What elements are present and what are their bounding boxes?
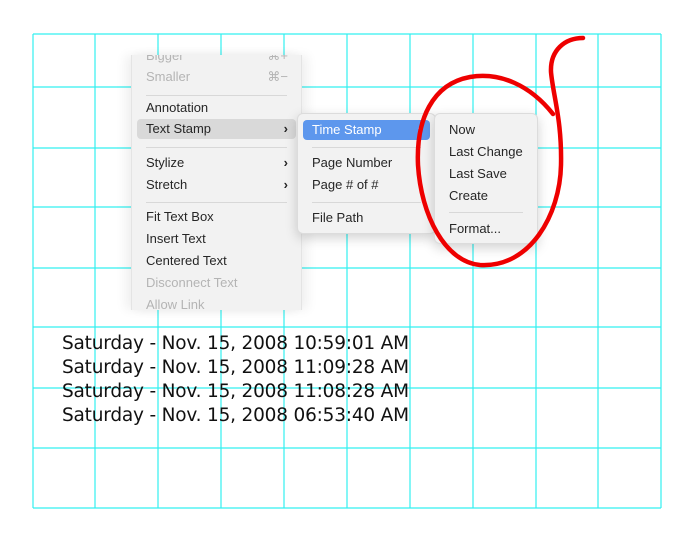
menu-item-disconnect-text: Disconnect Text [137,273,296,293]
menu-item-time-stamp[interactable]: Time Stamp › [303,120,430,140]
menu-separator [312,202,421,203]
menu-item-allow-link: Allow Link [137,295,296,310]
menu-item-label: Last Save [449,166,507,181]
time-stamp-line: Saturday - Nov. 15, 2008 11:08:28 AM [62,381,409,402]
menu-item-label: Format... [449,221,502,236]
chevron-right-icon: › [283,121,288,136]
text-stamp-submenu: Time Stamp › Page Number Page # of # Fil… [297,113,436,234]
menu-item-centered-text[interactable]: Centered Text [137,251,296,271]
menu-item-fit-text-box[interactable]: Fit Text Box [137,207,296,227]
menu-separator [146,95,287,96]
menu-item-page-number[interactable]: Page Number [303,153,430,173]
menu-item-stylize[interactable]: Stylize › [137,153,296,173]
menu-item-label: Annotation [146,100,209,115]
menu-item-label: Stylize [146,155,185,170]
menu-item-label: Smaller [146,69,191,84]
time-stamp-text-block[interactable]: Saturday - Nov. 15, 2008 10:59:01 AM Sat… [62,332,409,428]
menu-item-label: Disconnect Text [146,275,238,290]
menu-item-label: Bigger [146,55,184,63]
menu-item-annotation[interactable]: Annotation [137,98,296,118]
menu-item-stretch[interactable]: Stretch › [137,175,296,195]
menu-separator [449,212,523,213]
menu-item-format[interactable]: Format... [440,219,532,239]
menu-item-bigger: Bigger ⌘+ [137,55,296,66]
context-menu: Bigger ⌘+ Smaller ⌘− Annotation Text Sta… [131,55,302,310]
chevron-right-icon: › [283,155,288,170]
menu-item-file-path[interactable]: File Path [303,208,430,228]
time-stamp-line: Saturday - Nov. 15, 2008 10:59:01 AM [62,333,409,354]
menu-item-label: File Path [312,210,364,225]
menu-item-last-change[interactable]: Last Change [440,142,532,162]
menu-separator [146,147,287,148]
grid-canvas [32,33,662,509]
shortcut-label: ⌘+ [267,55,288,63]
menu-item-label: Stretch [146,177,188,192]
menu-separator [146,202,287,203]
menu-item-smaller: Smaller ⌘− [137,67,296,87]
menu-item-insert-text[interactable]: Insert Text [137,229,296,249]
menu-item-text-stamp[interactable]: Text Stamp › [137,119,296,139]
shortcut-label: ⌘− [267,69,288,84]
chevron-right-icon: › [283,177,288,192]
menu-item-label: Insert Text [146,231,206,246]
menu-item-label: Page # of # [312,177,379,192]
menu-item-label: Last Change [449,144,523,159]
menu-item-label: Now [449,122,476,137]
menu-item-last-save[interactable]: Last Save [440,164,532,184]
menu-separator [312,147,421,148]
menu-item-label: Centered Text [146,253,227,268]
menu-item-label: Allow Link [146,297,205,310]
menu-item-create[interactable]: Create [440,186,532,206]
menu-item-label: Page Number [312,155,393,170]
menu-item-label: Time Stamp [312,122,382,137]
time-stamp-line: Saturday - Nov. 15, 2008 11:09:28 AM [62,357,409,378]
chevron-right-icon: › [417,122,422,137]
menu-item-label: Fit Text Box [146,209,214,224]
menu-item-label: Text Stamp [146,121,212,136]
time-stamp-line: Saturday - Nov. 15, 2008 06:53:40 AM [62,405,409,426]
time-stamp-submenu: Now Last Change Last Save Create Format.… [434,113,538,244]
menu-item-label: Create [449,188,489,203]
menu-item-now[interactable]: Now [440,120,532,140]
menu-item-page-of[interactable]: Page # of # [303,175,430,195]
